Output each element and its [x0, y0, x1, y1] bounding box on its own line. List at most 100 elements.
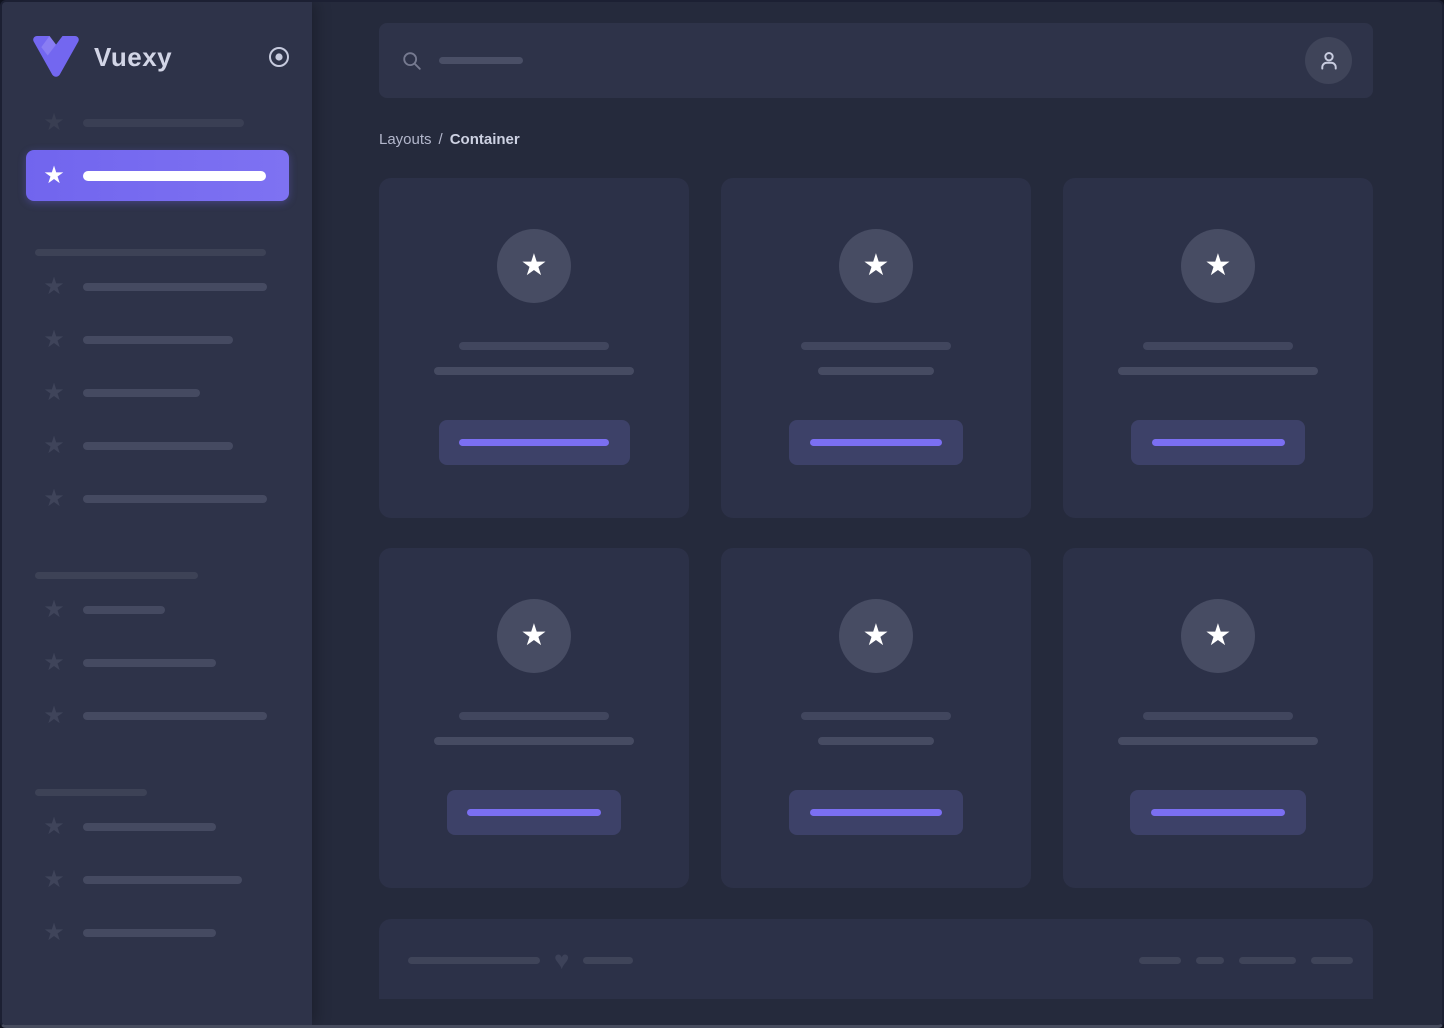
star-icon: ★: [862, 249, 890, 282]
card-avatar: ★: [497, 599, 571, 673]
footer-bar: ♥: [379, 919, 1373, 999]
skeleton-bar: [1143, 712, 1293, 720]
app-window: Vuexy ★ ★ ★ ★ ★ ★ ★ ★ ★ ★ ★ ★ ★ Layouts …: [0, 0, 1444, 1028]
footer-link-skeleton[interactable]: [1311, 956, 1353, 964]
sidebar-item[interactable]: ★: [42, 868, 312, 892]
sidebar-section: ★ ★ ★: [2, 789, 312, 945]
skeleton-bar: [83, 495, 267, 503]
content-card: ★: [721, 548, 1031, 888]
sidebar-nav: ★ ★ ★ ★ ★ ★ ★ ★ ★ ★ ★: [2, 249, 312, 945]
sidebar-item-active[interactable]: ★: [26, 150, 289, 201]
sidebar-item-skeleton[interactable]: ★: [42, 111, 312, 135]
brand: Vuexy: [32, 35, 292, 79]
star-icon: ★: [520, 619, 548, 652]
skeleton-bar: [583, 956, 634, 964]
skeleton-bar: [83, 336, 233, 344]
skeleton-bar: [83, 823, 216, 831]
star-icon: ★: [43, 866, 65, 893]
skeleton-bar: [1118, 367, 1318, 375]
skeleton-bar: [818, 367, 934, 375]
sidebar-item[interactable]: ★: [42, 328, 312, 352]
sidebar-item[interactable]: ★: [42, 275, 312, 299]
card-avatar: ★: [1181, 599, 1255, 673]
vuexy-logo-icon: [32, 36, 80, 78]
star-icon: ★: [43, 273, 65, 300]
sidebar-item[interactable]: ★: [42, 815, 312, 839]
search-bar[interactable]: [379, 23, 1373, 98]
footer-link-skeleton[interactable]: [1139, 956, 1181, 964]
heart-icon: ♥: [554, 945, 570, 975]
skeleton-bar: [818, 737, 934, 745]
star-icon: ★: [43, 379, 65, 406]
star-icon: ★: [862, 619, 890, 652]
star-icon: ★: [43, 649, 65, 676]
breadcrumb-current: Container: [449, 131, 520, 148]
sidebar: Vuexy ★ ★ ★ ★ ★ ★ ★ ★ ★ ★ ★ ★ ★: [2, 2, 312, 1025]
search-icon: [401, 50, 423, 72]
skeleton-bar: [83, 170, 266, 181]
skeleton-bar: [408, 956, 540, 964]
star-icon: ★: [43, 109, 65, 136]
skeleton-bar: [83, 659, 216, 667]
section-title-skeleton: [35, 572, 198, 579]
footer-link-skeleton[interactable]: [1239, 956, 1296, 964]
card-action-button[interactable]: [438, 420, 630, 465]
person-icon: [1320, 51, 1337, 70]
star-icon: ★: [43, 432, 65, 459]
sidebar-item[interactable]: ★: [42, 434, 312, 458]
section-title-skeleton: [35, 789, 147, 796]
content-card: ★: [1063, 178, 1373, 518]
card-avatar: ★: [497, 229, 571, 303]
star-icon: ★: [43, 485, 65, 512]
button-label-skeleton: [459, 439, 609, 446]
star-icon: ★: [43, 702, 65, 729]
sidebar-item[interactable]: ★: [42, 651, 312, 675]
card-avatar: ★: [839, 599, 913, 673]
skeleton-bar: [801, 712, 951, 720]
content-card: ★: [379, 548, 689, 888]
sidebar-section: ★ ★ ★: [2, 572, 312, 728]
footer-link-skeleton[interactable]: [1196, 956, 1224, 964]
skeleton-bar: [83, 442, 233, 450]
skeleton-bar: [83, 606, 165, 614]
footer-links-group: [1139, 948, 1353, 972]
button-label-skeleton: [810, 439, 942, 446]
brand-name: Vuexy: [94, 41, 173, 72]
sidebar-item[interactable]: ★: [42, 704, 312, 728]
star-icon: ★: [43, 813, 65, 840]
main-content: Layouts / Container ★ ★ ★ ★ ★ ★ ♥: [312, 2, 1442, 1025]
sidebar-item[interactable]: ★: [42, 381, 312, 405]
skeleton-bar: [1143, 342, 1293, 350]
breadcrumb-separator: /: [438, 131, 443, 148]
breadcrumb-section[interactable]: Layouts: [379, 131, 432, 148]
sidebar-item[interactable]: ★: [42, 921, 312, 945]
sidebar-pin-toggle-icon[interactable]: [266, 44, 292, 70]
skeleton-bar: [1118, 737, 1318, 745]
sidebar-item[interactable]: ★: [42, 598, 312, 622]
content-card: ★: [379, 178, 689, 518]
skeleton-bar: [434, 367, 634, 375]
card-avatar: ★: [839, 229, 913, 303]
card-action-button[interactable]: [789, 420, 963, 465]
skeleton-bar: [83, 119, 244, 127]
search-placeholder-skeleton: [439, 57, 523, 64]
card-action-button[interactable]: [1130, 790, 1306, 835]
button-label-skeleton: [467, 809, 601, 816]
skeleton-bar: [83, 929, 216, 937]
card-avatar: ★: [1181, 229, 1255, 303]
button-label-skeleton: [1151, 809, 1285, 816]
sidebar-item[interactable]: ★: [42, 487, 312, 511]
cards-grid: ★ ★ ★ ★ ★ ★: [379, 178, 1373, 888]
content-card: ★: [721, 178, 1031, 518]
star-icon: ★: [43, 596, 65, 623]
user-avatar[interactable]: [1305, 37, 1352, 84]
skeleton-bar: [801, 342, 951, 350]
star-icon: ★: [520, 249, 548, 282]
skeleton-bar: [459, 712, 609, 720]
card-action-button[interactable]: [789, 790, 963, 835]
card-action-button[interactable]: [447, 790, 621, 835]
skeleton-bar: [434, 737, 634, 745]
sidebar-section: ★ ★ ★ ★ ★: [2, 249, 312, 511]
card-action-button[interactable]: [1131, 420, 1305, 465]
breadcrumb: Layouts / Container: [379, 131, 1373, 148]
